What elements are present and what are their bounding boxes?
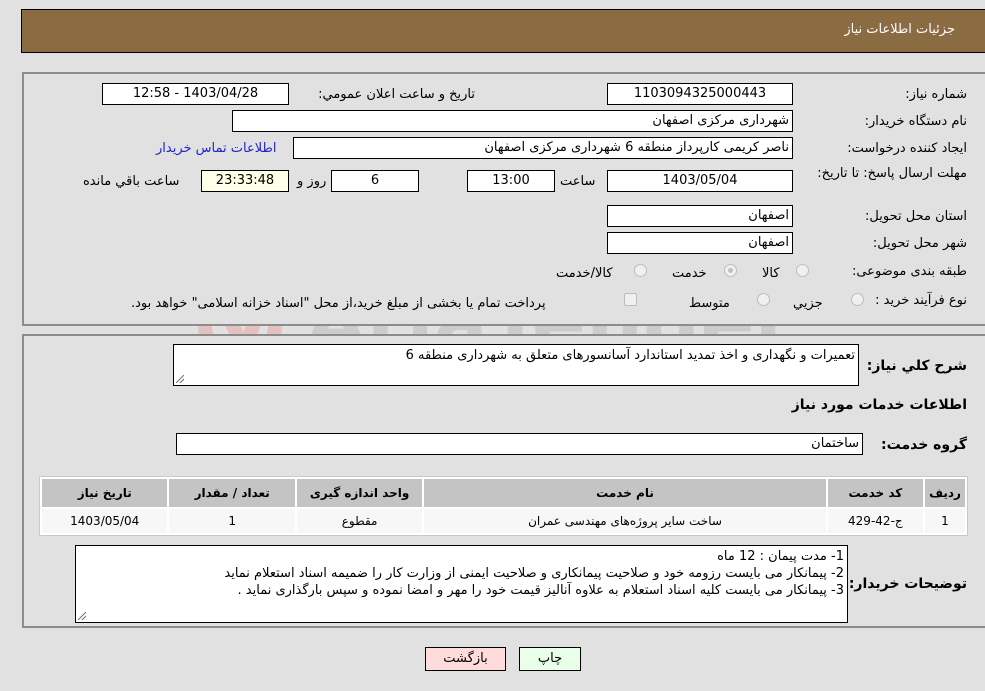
category-option-goods: کالا <box>762 266 780 281</box>
deadline-time-label: ساعت <box>560 174 596 189</box>
service-group-field[interactable]: ساختمان <box>176 433 863 455</box>
page-title: جزئیات اطلاعات نیاز <box>844 22 955 37</box>
days-label: روز و <box>297 174 327 189</box>
cell-need-date: 1403/05/04 <box>42 509 168 533</box>
description-textarea[interactable]: تعمیرات و نگهداری و اخذ تمدید استاندارد … <box>173 344 859 386</box>
purchase-type-option-minor: جزيي <box>793 296 823 311</box>
remaining-days-field: 6 <box>331 170 419 192</box>
cell-unit: مقطوع <box>296 509 423 533</box>
back-button[interactable]: بازگشت <box>425 647 506 671</box>
table-header-row: ردیف کد خدمت نام خدمت واحد اندازه گیری ت… <box>42 479 965 507</box>
purchase-type-option-medium: متوسط <box>689 296 730 311</box>
buyer-notes-textarea[interactable]: 1- مدت پیمان : 12 ماه 2- پیمانکار می بای… <box>75 545 848 623</box>
deadline-time-field[interactable]: 13:00 <box>467 170 555 192</box>
cell-quantity: 1 <box>169 509 295 533</box>
resize-grip-icon[interactable] <box>176 375 184 383</box>
need-number-field[interactable]: 1103094325000443 <box>607 83 793 105</box>
services-section-title: اطلاعات خدمات مورد نیاز <box>791 397 967 413</box>
description-text: تعمیرات و نگهداری و اخذ تمدید استاندارد … <box>405 348 855 363</box>
city-field[interactable]: اصفهان <box>607 232 793 254</box>
announce-datetime-field[interactable]: 1403/04/28 - 12:58 <box>102 83 289 105</box>
requester-label: ایجاد کننده درخواست: <box>847 141 967 156</box>
deadline-label: مهلت ارسال پاسخ: تا تاریخ: <box>817 166 967 181</box>
category-label: طبقه بندی موضوعی: <box>851 264 967 279</box>
buyer-note-line: 3- پیمانکار می بایست کلیه اسناد استعلام … <box>237 583 844 598</box>
service-group-label: گروه خدمت: <box>881 437 967 453</box>
print-button[interactable]: چاپ <box>519 647 581 671</box>
province-field[interactable]: اصفهان <box>607 205 793 227</box>
buyer-note-line: 1- مدت پیمان : 12 ماه <box>717 549 844 564</box>
deadline-date-field[interactable]: 1403/05/04 <box>607 170 793 192</box>
city-label: شهر محل تحویل: <box>872 236 967 251</box>
buyer-note-line: 2- پیمانکار می بایست رزومه خود و صلاحیت … <box>224 566 844 581</box>
remaining-time-field: 23:33:48 <box>201 170 289 192</box>
buyer-contact-link[interactable]: اطلاعات تماس خریدار <box>156 141 276 156</box>
col-header-unit: واحد اندازه گیری <box>296 479 423 507</box>
cell-service-name: ساخت سایر پروژه‌های مهندسی عمران <box>424 509 826 533</box>
purchase-type-radio-minor[interactable] <box>851 293 864 306</box>
buyer-org-field[interactable]: شهرداری مرکزی اصفهان <box>232 110 793 132</box>
need-number-label: شماره نیاز: <box>905 87 967 102</box>
table-row: 1 ج-42-429 ساخت سایر پروژه‌های مهندسی عم… <box>42 509 965 533</box>
col-header-service-name: نام خدمت <box>424 479 826 507</box>
buyer-org-label: نام دستگاه خریدار: <box>864 114 967 129</box>
col-header-quantity: تعداد / مقدار <box>169 479 295 507</box>
treasury-bonds-checkbox[interactable] <box>624 293 637 306</box>
cell-row-number: 1 <box>925 509 965 533</box>
purchase-type-radio-medium[interactable] <box>757 293 770 306</box>
category-radio-goods-service[interactable] <box>634 264 647 277</box>
purchase-type-label: نوع فرآیند خرید : <box>875 293 967 308</box>
buyer-notes-label: توضیحات خریدار: <box>848 576 967 592</box>
col-header-need-date: تاریخ نیاز <box>42 479 168 507</box>
announce-datetime-label: تاریخ و ساعت اعلان عمومي: <box>318 87 475 102</box>
description-label: شرح کلي نیاز: <box>866 358 967 374</box>
category-option-service: خدمت <box>672 266 707 281</box>
category-option-goods-service: کالا/خدمت <box>556 266 613 281</box>
col-header-service-code: کد خدمت <box>827 479 923 507</box>
page-header: جزئیات اطلاعات نیاز <box>21 9 985 53</box>
services-table: ردیف کد خدمت نام خدمت واحد اندازه گیری ت… <box>39 476 968 536</box>
category-radio-goods[interactable] <box>796 264 809 277</box>
cell-service-code: ج-42-429 <box>827 509 923 533</box>
resize-grip-icon[interactable] <box>78 612 86 620</box>
treasury-bonds-text: پرداخت تمام یا بخشی از مبلغ خرید،از محل … <box>131 296 546 311</box>
col-header-row-number: ردیف <box>925 479 965 507</box>
category-radio-service[interactable] <box>724 264 737 277</box>
remaining-time-label: ساعت باقي مانده <box>83 174 180 189</box>
province-label: استان محل تحویل: <box>865 209 967 224</box>
requester-field[interactable]: ناصر کریمی کارپرداز منطقه 6 شهرداری مرکز… <box>293 137 793 159</box>
